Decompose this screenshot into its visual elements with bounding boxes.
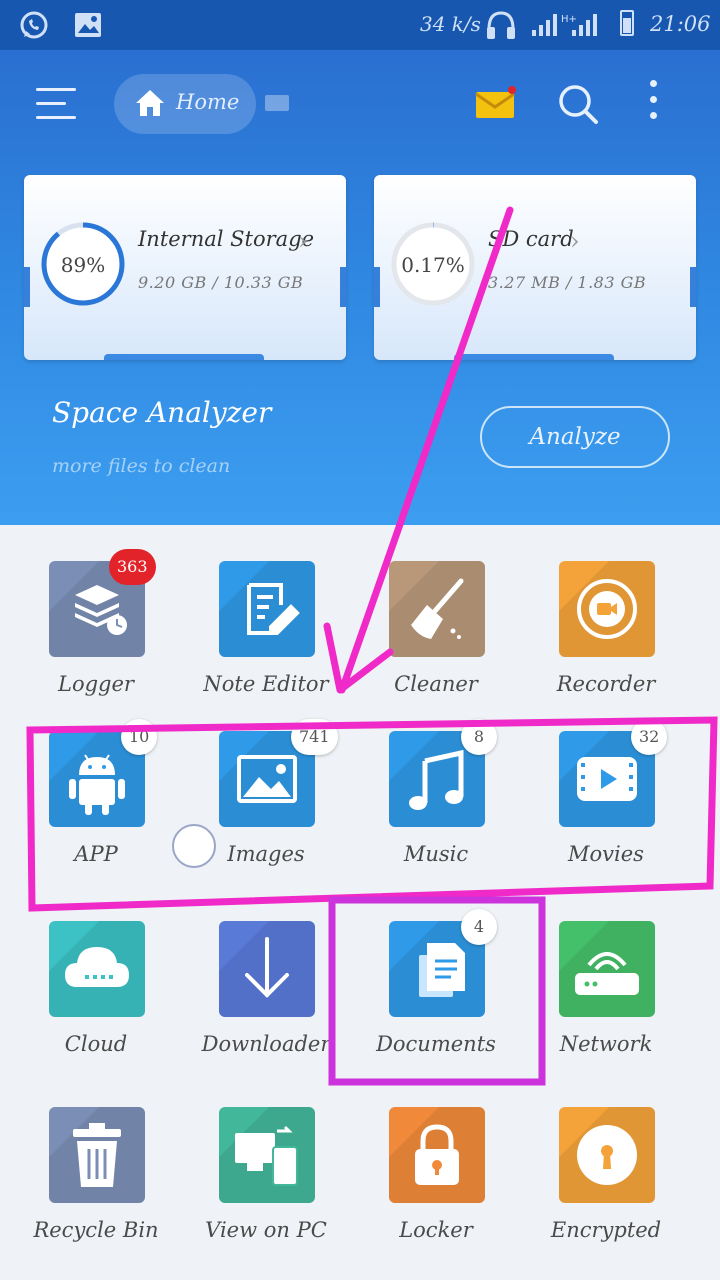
grid-item-label: APP	[74, 842, 118, 866]
grid-item-recorder[interactable]: Recorder	[521, 545, 691, 715]
grid-item-cloud[interactable]: Cloud	[11, 905, 181, 1075]
storage-usage: 9.20 GB / 10.33 GB	[138, 273, 304, 292]
recorder-icon	[559, 561, 655, 657]
grid-item-music[interactable]: Music 8	[351, 715, 521, 885]
count-badge: 32	[631, 719, 668, 755]
storage-usage: 3.27 MB / 1.83 GB	[488, 273, 647, 292]
search-icon[interactable]	[556, 82, 600, 126]
storage-title: Internal Storage	[138, 227, 315, 251]
whatsapp-icon	[20, 11, 48, 39]
grid-item-label: Locker	[399, 1218, 473, 1242]
grid-item-label: View on PC	[205, 1218, 327, 1242]
count-badge: 741	[291, 719, 338, 755]
grid-item-network[interactable]: Network	[521, 905, 691, 1075]
grid-item-note-editor[interactable]: Note Editor	[181, 545, 351, 715]
more-options-icon[interactable]	[646, 80, 660, 126]
count-badge: 363	[109, 549, 156, 585]
menu-icon[interactable]	[36, 88, 76, 122]
mail-icon[interactable]	[474, 86, 518, 122]
svg-text:H+: H+	[561, 14, 577, 25]
grid-item-label: Recycle Bin	[33, 1218, 159, 1242]
grid-item-view-on-pc[interactable]: View on PC	[181, 1091, 351, 1261]
grid-item-locker[interactable]: Locker	[351, 1091, 521, 1261]
storage-percent: 0.17%	[401, 253, 465, 277]
grid-item-recycle-bin[interactable]: Recycle Bin	[11, 1091, 181, 1261]
tool-grid: Logger 363 Note Editor Cleaner Recorder APP 10…	[0, 525, 720, 1280]
network-icon	[559, 921, 655, 1017]
headphones-icon	[487, 11, 515, 39]
grid-item-movies[interactable]: Movies 32	[521, 715, 691, 885]
download-icon	[219, 921, 315, 1017]
encrypted-icon	[559, 1107, 655, 1203]
grid-item-label: Cleaner	[394, 672, 478, 696]
storage-title: SD card	[488, 227, 574, 251]
broom-icon	[389, 561, 485, 657]
grid-item-label: Logger	[58, 672, 134, 696]
grid-item-label: Cloud	[64, 1032, 128, 1056]
space-analyzer-title: Space Analyzer	[52, 396, 272, 429]
gallery-icon	[75, 13, 101, 37]
grid-item-label: Recorder	[556, 672, 656, 696]
count-badge: 8	[461, 719, 497, 755]
cloud-icon	[49, 921, 145, 1017]
chevron-right-icon: ›	[298, 227, 308, 255]
grid-item-downloader[interactable]: Downloader	[181, 905, 351, 1075]
battery-icon	[620, 10, 634, 36]
grid-item-documents[interactable]: Documents 4	[351, 905, 521, 1075]
internal-storage-card[interactable]: 89% Internal Storage › 9.20 GB / 10.33 G…	[24, 175, 346, 360]
signal-icon: H+	[532, 14, 597, 36]
count-badge: 4	[461, 909, 497, 945]
grid-item-label: Network	[559, 1032, 653, 1056]
note-editor-icon	[219, 561, 315, 657]
grid-item-logger[interactable]: Logger 363	[11, 545, 181, 715]
storage-percent: 89%	[60, 253, 106, 277]
grid-item-label: Downloader	[201, 1032, 331, 1056]
sd-card-storage-card[interactable]: 0.17% SD card › 3.27 MB / 1.83 GB	[374, 175, 696, 360]
trash-icon	[49, 1107, 145, 1203]
grid-item-label: Encrypted	[550, 1218, 662, 1242]
home-label: Home	[176, 90, 240, 114]
clock: 21:06	[650, 12, 711, 36]
grid-item-label: Note Editor	[203, 672, 329, 696]
grid-item-label: Documents	[376, 1032, 496, 1056]
grid-item-encrypted[interactable]: Encrypted	[521, 1091, 691, 1261]
analyze-button[interactable]: Analyze	[480, 406, 670, 468]
home-breadcrumb[interactable]: Home	[114, 74, 256, 134]
chevron-right-icon: ›	[570, 227, 580, 255]
network-speed: 34 k/s	[420, 12, 481, 36]
header: Home 89% Internal Storage › 9.20 GB / 10…	[0, 50, 720, 525]
grid-item-label: Movies	[568, 842, 644, 866]
pc-icon	[219, 1107, 315, 1203]
window-tab-icon[interactable]	[265, 95, 289, 111]
lock-icon	[389, 1107, 485, 1203]
status-bar: 34 k/s H+ 21:06	[0, 0, 720, 50]
count-badge: 10	[121, 719, 158, 755]
home-icon	[136, 90, 164, 116]
grid-item-cleaner[interactable]: Cleaner	[351, 545, 521, 715]
space-analyzer-subtitle: more files to clean	[52, 455, 231, 477]
grid-item-label: Music	[403, 842, 469, 866]
touch-indicator	[172, 824, 216, 868]
grid-item-app[interactable]: APP 10	[11, 715, 181, 885]
